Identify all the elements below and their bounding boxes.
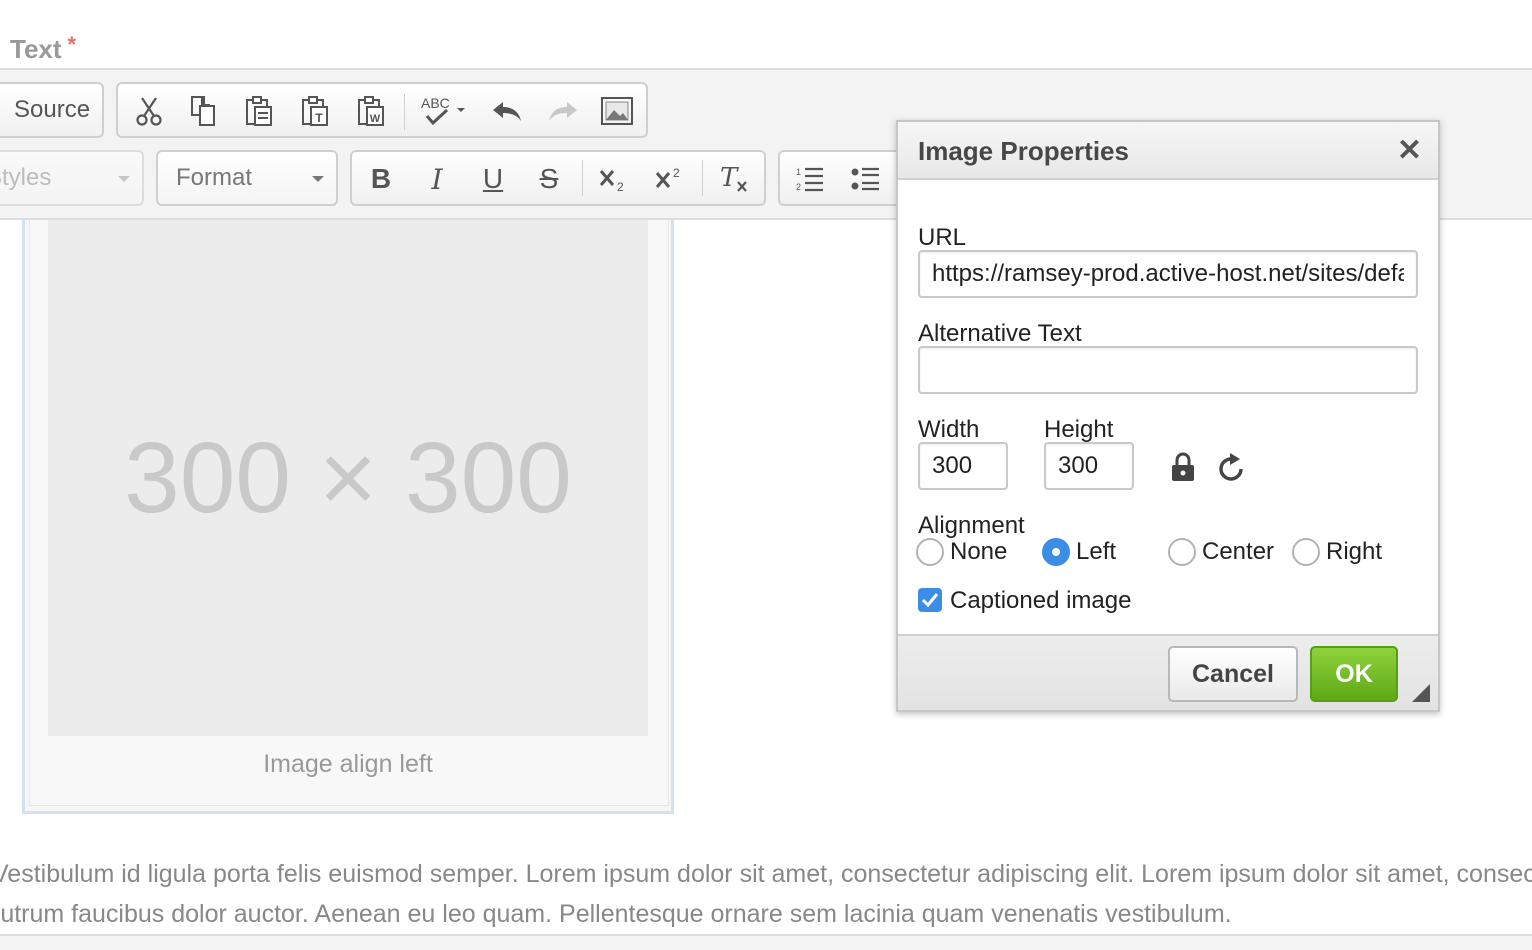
cancel-button[interactable]: Cancel <box>1168 646 1298 702</box>
align-right-radio[interactable]: Right <box>1292 538 1382 566</box>
redo-icon <box>549 102 577 121</box>
alt-text-label: Alternative Text <box>918 320 1082 347</box>
image-properties-dialog: Image Properties ✕ URL Alternative Text … <box>896 120 1440 712</box>
bold-icon: B <box>370 163 392 194</box>
paragraph-line-2[interactable]: rutrum faucibus dolor auctor. Aenean eu … <box>0 900 1532 929</box>
width-input[interactable] <box>918 442 1008 490</box>
resize-handle-icon[interactable] <box>1412 684 1430 702</box>
numbered-list-icon: 12 <box>796 167 823 192</box>
copy-button[interactable] <box>184 92 222 130</box>
copy-icon <box>191 96 215 126</box>
italic-icon: I <box>431 162 443 196</box>
source-group: Source <box>0 82 104 138</box>
paste-word-button[interactable]: W <box>352 92 390 130</box>
format-combo-label: Format <box>176 164 253 191</box>
align-none-label: None <box>950 538 1008 565</box>
format-combo[interactable]: Format <box>156 150 338 206</box>
alignment-label: Alignment <box>918 512 1025 539</box>
svg-text:T: T <box>315 111 323 125</box>
field-label: Text * <box>10 32 77 65</box>
superscript-button[interactable]: 2 <box>650 160 690 198</box>
dialog-title-bar[interactable]: Image Properties ✕ <box>898 122 1438 180</box>
underline-button[interactable]: U <box>474 160 512 198</box>
paragraph-line-1[interactable]: Vestibulum id ligula porta felis euismod… <box>0 860 1532 889</box>
width-label: Width <box>918 416 980 443</box>
remove-format-button[interactable]: T <box>714 160 754 198</box>
align-none-radio[interactable]: None <box>916 538 1007 566</box>
editor-status-bar <box>0 936 1532 950</box>
svg-text:W: W <box>370 113 381 125</box>
undo-button[interactable] <box>488 92 526 130</box>
align-left-radio[interactable]: Left <box>1042 538 1116 566</box>
italic-button[interactable]: I <box>418 160 456 198</box>
bulleted-list-icon <box>851 167 879 191</box>
paste-icon <box>246 96 272 126</box>
close-icon[interactable]: ✕ <box>1397 136 1422 166</box>
url-input[interactable] <box>918 250 1418 298</box>
image-button[interactable] <box>598 92 636 130</box>
subscript-icon: 2 <box>599 170 624 193</box>
underline-icon: U <box>482 163 504 194</box>
paste-text-icon: T <box>302 96 328 126</box>
lock-icon <box>1172 452 1194 481</box>
field-label-text: Text <box>10 34 62 64</box>
radio-circle <box>1292 538 1320 566</box>
dialog-footer: Cancel OK <box>898 634 1438 710</box>
undo-icon <box>493 102 521 121</box>
height-input[interactable] <box>1044 442 1134 490</box>
captioned-image-checkbox[interactable] <box>918 588 942 612</box>
image-icon <box>601 97 633 125</box>
align-right-label: Right <box>1326 538 1383 565</box>
radio-circle-checked <box>1042 538 1070 566</box>
superscript-icon: 2 <box>655 166 680 188</box>
strikethrough-icon: S <box>539 163 559 194</box>
align-center-radio[interactable]: Center <box>1168 538 1274 566</box>
styles-combo[interactable]: Styles <box>0 150 144 206</box>
svg-text:1: 1 <box>796 167 801 177</box>
strikethrough-button[interactable]: S <box>530 160 568 198</box>
remove-format-icon: T <box>720 164 747 193</box>
source-button[interactable]: Source <box>14 96 90 124</box>
radio-circle <box>916 538 944 566</box>
styles-combo-label: Styles <box>0 164 52 191</box>
dialog-title: Image Properties <box>918 136 1129 166</box>
spellcheck-button[interactable]: ABC <box>416 92 472 130</box>
cut-button[interactable] <box>130 92 168 130</box>
paste-button[interactable] <box>240 92 278 130</box>
spellcheck-icon: ABC <box>421 95 465 126</box>
redo-button <box>544 92 582 130</box>
required-mark: * <box>67 32 77 57</box>
checkmark-icon <box>921 593 939 608</box>
align-left-label: Left <box>1076 538 1117 565</box>
radio-circle <box>1168 538 1196 566</box>
paste-text-button[interactable]: T <box>296 92 334 130</box>
placeholder-image-text: 300 × 300 <box>124 421 572 534</box>
svg-text:2: 2 <box>673 166 680 180</box>
svg-text:2: 2 <box>617 180 624 193</box>
svg-text:T: T <box>720 164 739 193</box>
cut-icon <box>136 97 162 126</box>
chevron-down-icon <box>312 176 324 182</box>
align-center-label: Center <box>1202 538 1275 565</box>
numbered-list-button[interactable]: 12 <box>790 160 830 198</box>
alt-text-input[interactable] <box>918 346 1418 394</box>
bulleted-list-button[interactable] <box>846 160 886 198</box>
basic-styles-group: B I U S 2 2 T <box>350 150 766 206</box>
reset-icon <box>1219 453 1243 481</box>
image-caption[interactable]: Image align left <box>26 750 670 779</box>
chevron-down-icon <box>118 176 130 182</box>
placeholder-image[interactable]: 300 × 300 <box>48 220 648 736</box>
svg-text:ABC: ABC <box>421 95 450 111</box>
height-label: Height <box>1044 416 1114 443</box>
subscript-button[interactable]: 2 <box>594 160 634 198</box>
paste-word-icon: W <box>358 96 384 126</box>
lock-ratio-button[interactable] <box>1170 452 1200 484</box>
svg-text:2: 2 <box>796 182 801 192</box>
url-label: URL <box>918 224 967 251</box>
clipboard-group: T W ABC <box>116 82 648 138</box>
reset-size-button[interactable] <box>1218 452 1248 484</box>
ok-button[interactable]: OK <box>1310 646 1398 702</box>
bold-button[interactable]: B <box>362 160 400 198</box>
captioned-image-label[interactable]: Captioned image <box>950 587 1131 615</box>
